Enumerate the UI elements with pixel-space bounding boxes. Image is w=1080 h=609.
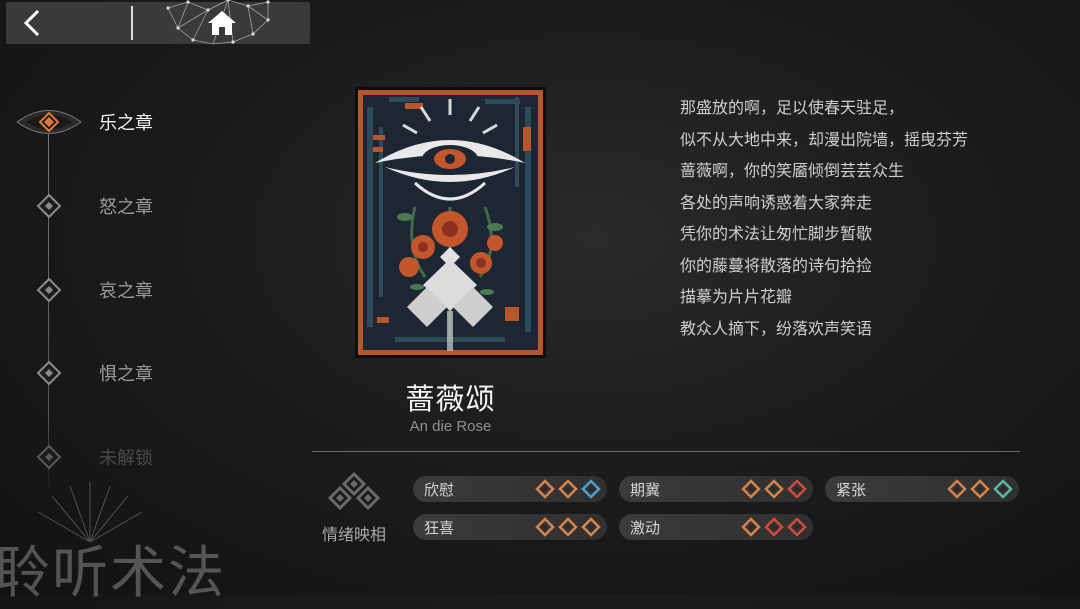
- emotion-diamond-icon: [558, 517, 578, 537]
- emotion-diamond-icon: [970, 479, 990, 499]
- chapter-item-anger[interactable]: 怒之章: [0, 186, 220, 226]
- emotion-tag: 紧张: [825, 476, 1019, 502]
- emotion-diamond-icon: [535, 479, 555, 499]
- home-button[interactable]: [133, 0, 310, 45]
- emotion-name: 期冀: [630, 480, 661, 499]
- chapter-label: 未解锁: [99, 448, 153, 469]
- chapter-watermark-text: 聆听术法: [0, 541, 226, 606]
- chapter-label: 乐之章: [99, 113, 153, 134]
- emotion-diamond-icon: [764, 517, 784, 537]
- card-illustration: [358, 90, 543, 355]
- diamond-node-icon: [30, 438, 68, 476]
- poem-line: 蔷薇啊，你的笑靥倾倒芸芸众生: [680, 161, 905, 180]
- home-icon: [207, 11, 236, 35]
- emotion-name: 紧张: [836, 480, 867, 499]
- emotion-diamond-icon: [581, 479, 601, 499]
- poem-line: 描摹为片片花瓣: [680, 287, 793, 306]
- emotion-name: 狂喜: [424, 518, 455, 537]
- chapter-item-joy[interactable]: 乐之章: [0, 102, 220, 142]
- emotion-tag: 激动: [619, 514, 813, 540]
- back-button[interactable]: [6, 2, 131, 44]
- diamond-node-icon: [30, 271, 68, 309]
- diamond-node-icon: [30, 354, 68, 392]
- emotion-level-dots: [741, 479, 807, 499]
- emotion-tag: 狂喜: [413, 514, 607, 540]
- emotion-diamonds-icon: [327, 471, 381, 511]
- emotion-diamond-icon: [764, 479, 784, 499]
- emotion-diamond-icon: [947, 479, 967, 499]
- emotion-level-dots: [535, 517, 601, 537]
- chapter-item-locked: 未解锁: [0, 437, 220, 477]
- emotion-diamond-icon: [535, 517, 555, 537]
- chapter-item-fear[interactable]: 惧之章: [0, 353, 220, 393]
- emotion-diamond-icon: [558, 479, 578, 499]
- poem-line: 各处的声响诱惑着大家奔走: [680, 192, 873, 212]
- emotion-tag: 欣慰: [413, 476, 607, 502]
- poem-line: 教众人摘下，纷落欢声笑语: [680, 318, 873, 338]
- diamond-node-icon: [30, 187, 68, 225]
- emotion-section-title: 情绪映相: [321, 525, 386, 544]
- poem-line: 似不从大地中来，却漫出院墙，摇曳芬芳: [680, 129, 969, 149]
- emotion-name: 激动: [630, 518, 661, 537]
- emotion-level-dots: [535, 479, 601, 499]
- chapter-item-sorrow[interactable]: 哀之章: [0, 270, 220, 310]
- top-nav-bar: [6, 0, 310, 45]
- poem-line: 那盛放的啊，足以使春天驻足，: [680, 98, 905, 117]
- emotion-name: 欣慰: [424, 480, 455, 499]
- chapter-label: 怒之章: [99, 197, 153, 218]
- section-divider: [312, 451, 1020, 452]
- emotion-diamond-icon: [787, 517, 807, 537]
- active-eye-icon: [14, 103, 84, 141]
- emotion-diamond-icon: [741, 479, 761, 499]
- poem-text: 那盛放的啊，足以使春天驻足， 似不从大地中来，却漫出院墙，摇曳芬芳 蔷薇啊，你的…: [680, 92, 968, 344]
- card-title: 蔷薇颂: [405, 382, 496, 416]
- card-subtitle: An die Rose: [409, 418, 492, 435]
- emotion-level-dots: [741, 517, 807, 537]
- emotion-diamond-icon: [787, 479, 807, 499]
- emotion-diamond-icon: [581, 517, 601, 537]
- emotion-level-dots: [947, 479, 1013, 499]
- chapter-label: 哀之章: [99, 281, 153, 302]
- emotion-tag: 期冀: [619, 476, 813, 502]
- chapter-label: 惧之章: [99, 364, 153, 385]
- emotion-diamond-icon: [993, 479, 1013, 499]
- poem-line: 凭你的术法让匆忙脚步暂歇: [680, 224, 873, 243]
- chapter-sidebar: 乐之章 怒之章 哀之章 惧之章 未解锁: [0, 80, 240, 500]
- emotion-diamond-icon: [741, 517, 761, 537]
- poem-line: 你的藤蔓将散落的诗句拾捡: [680, 255, 873, 275]
- chevron-left-icon: [23, 9, 40, 37]
- rose-card-art[interactable]: [355, 87, 546, 358]
